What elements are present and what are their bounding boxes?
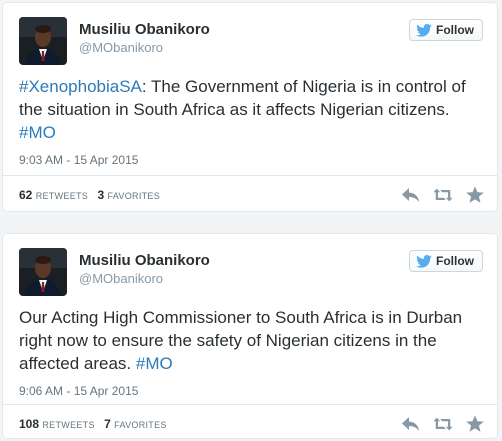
favorites-count: 7 xyxy=(104,417,111,431)
timestamp[interactable]: 9:03 AM - 15 Apr 2015 xyxy=(19,153,138,167)
favorites-count: 3 xyxy=(97,188,105,202)
display-name[interactable]: Musiliu Obanikoro xyxy=(79,252,210,269)
retweets-count: 62 xyxy=(19,188,33,202)
retweets-stat[interactable]: 108 RETWEETS xyxy=(19,417,95,431)
reply-icon[interactable] xyxy=(401,415,421,433)
tweet-actions xyxy=(401,186,485,204)
hashtag-link[interactable]: #XenophobiaSA xyxy=(19,77,142,96)
tweet-card: Musiliu Obanikoro @MObanikoro Follow #Xe… xyxy=(2,2,498,212)
retweets-label: RETWEETS xyxy=(35,191,89,201)
tweet-stats: 108 RETWEETS 7 FAVORITES xyxy=(19,417,173,431)
tweet-stats: 62 RETWEETS 3 FAVORITES xyxy=(19,188,166,202)
follow-label: Follow xyxy=(436,254,474,268)
retweets-count: 108 xyxy=(19,417,40,431)
favorites-stat[interactable]: 7 FAVORITES xyxy=(104,417,167,431)
star-icon[interactable] xyxy=(465,415,485,433)
tweet-actions xyxy=(401,415,485,433)
tweet-text-body: Our Acting High Commissioner to South Af… xyxy=(19,308,463,373)
avatar[interactable] xyxy=(19,17,67,65)
tweet-text: #XenophobiaSA: The Government of Nigeria… xyxy=(19,75,481,144)
favorites-label: FAVORITES xyxy=(107,191,161,201)
tweet-text: Our Acting High Commissioner to South Af… xyxy=(19,306,481,375)
star-icon[interactable] xyxy=(465,186,485,204)
timestamp[interactable]: 9:06 AM - 15 Apr 2015 xyxy=(19,384,138,398)
retweets-label: RETWEETS xyxy=(42,420,95,430)
twitter-bird-icon xyxy=(416,23,432,37)
tweet-card: Musiliu Obanikoro @MObanikoro Follow Our… xyxy=(2,233,498,439)
favorites-stat[interactable]: 3 FAVORITES xyxy=(97,188,160,202)
display-name[interactable]: Musiliu Obanikoro xyxy=(79,21,210,38)
divider xyxy=(3,404,497,405)
hashtag-link[interactable]: #MO xyxy=(19,123,56,142)
screen-name[interactable]: @MObanikoro xyxy=(79,271,163,286)
follow-button[interactable]: Follow xyxy=(409,250,483,272)
divider xyxy=(3,175,497,176)
retweet-icon[interactable] xyxy=(433,186,453,204)
screen-name[interactable]: @MObanikoro xyxy=(79,40,163,55)
avatar[interactable] xyxy=(19,248,67,296)
reply-icon[interactable] xyxy=(401,186,421,204)
follow-button[interactable]: Follow xyxy=(409,19,483,41)
twitter-bird-icon xyxy=(416,254,432,268)
retweet-icon[interactable] xyxy=(433,415,453,433)
favorites-label: FAVORITES xyxy=(114,420,167,430)
hashtag-link[interactable]: #MO xyxy=(136,354,173,373)
follow-label: Follow xyxy=(436,23,474,37)
retweets-stat[interactable]: 62 RETWEETS xyxy=(19,188,88,202)
